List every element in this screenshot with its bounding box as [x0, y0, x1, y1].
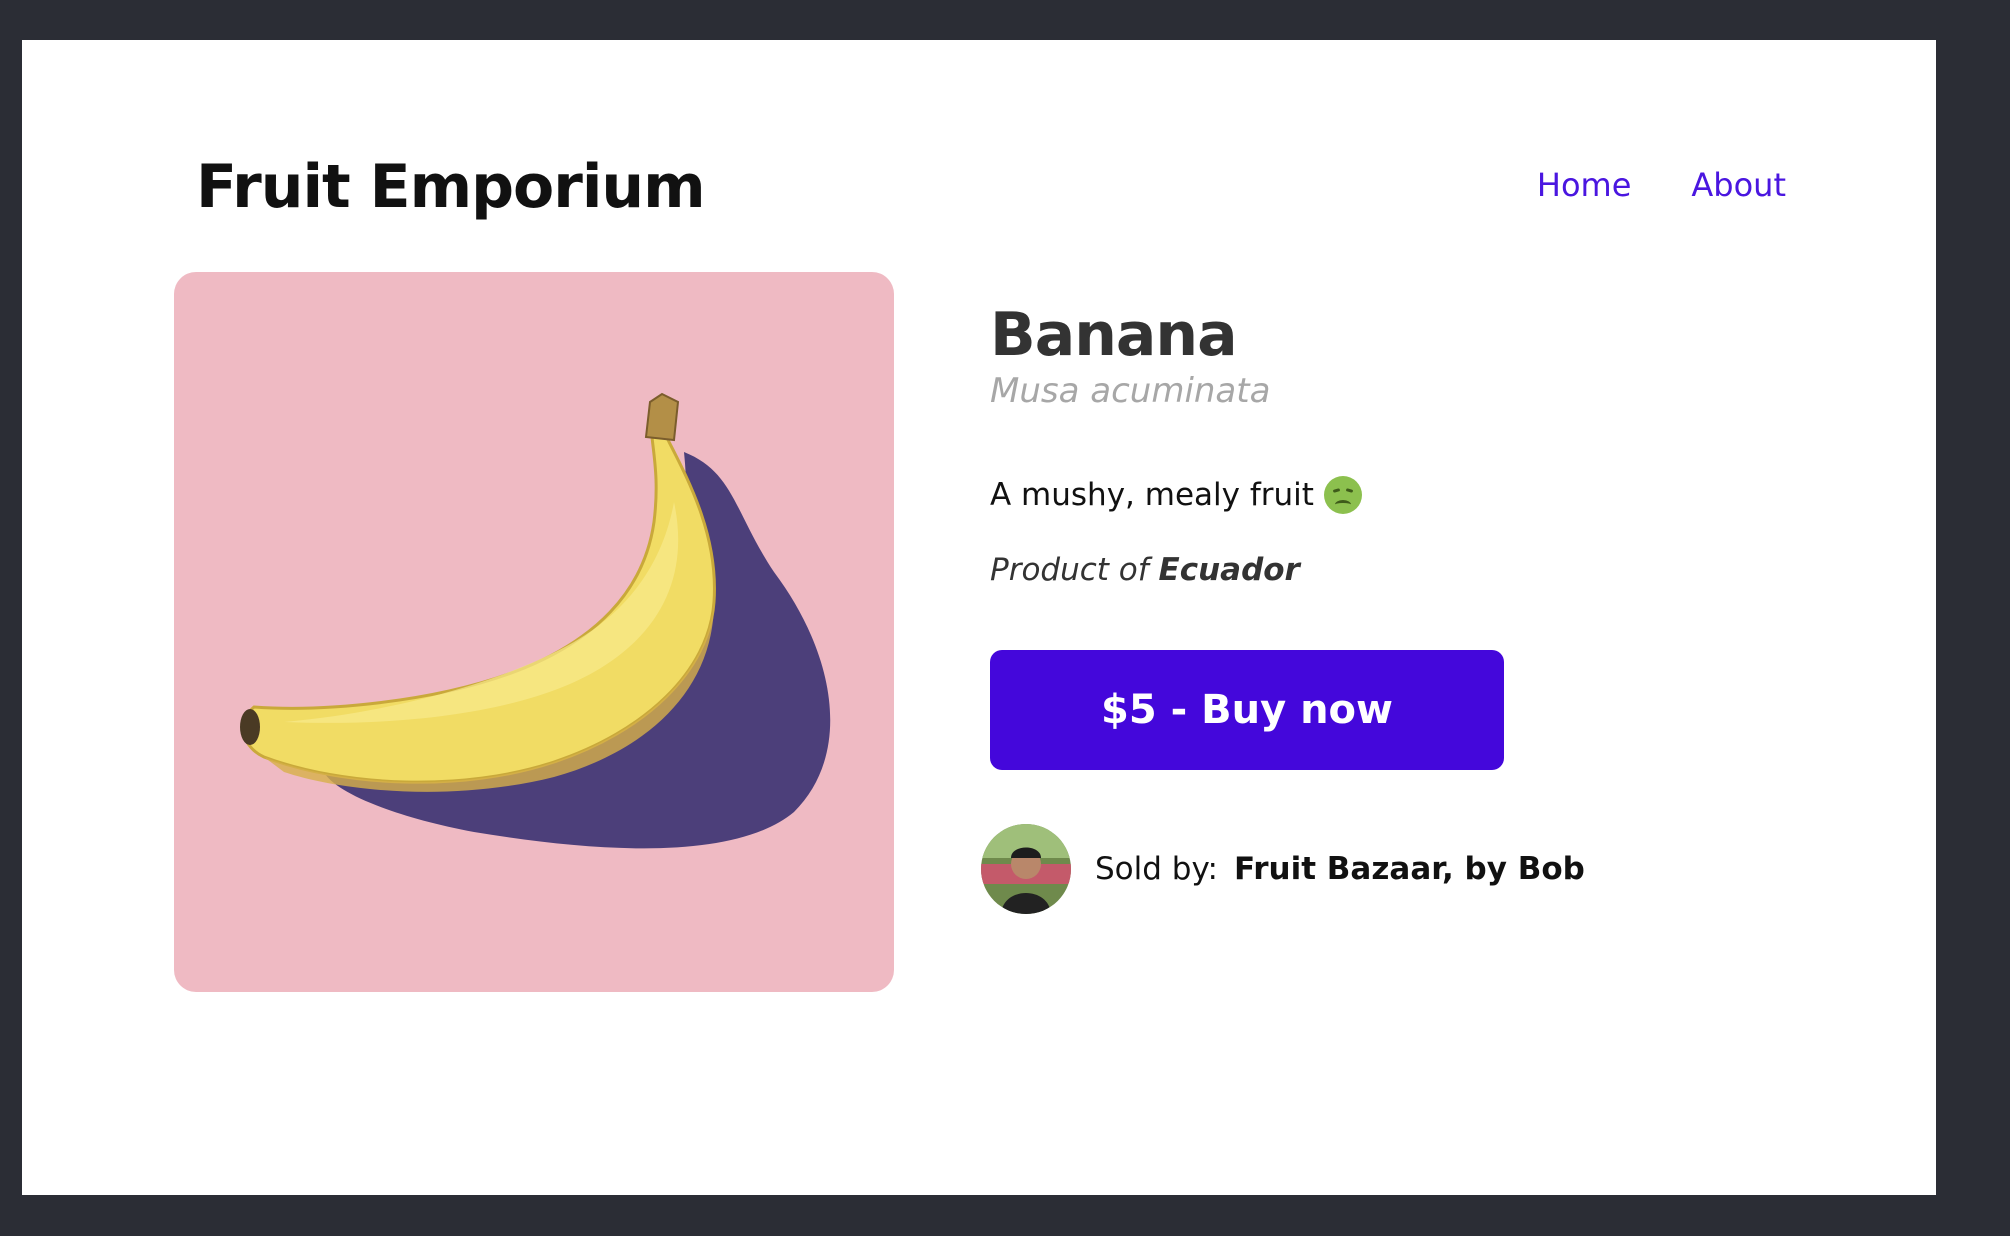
seller-label: Sold by:	[1095, 851, 1219, 887]
banana-tip	[240, 709, 260, 745]
nav-link-about[interactable]: About	[1691, 166, 1786, 204]
site-header: Fruit Emporium Home About	[196, 126, 1786, 246]
avatar-photo	[981, 824, 1071, 914]
product-name: Banana	[990, 300, 1238, 370]
banana-stem	[644, 392, 680, 442]
seller-info: Sold by: Fruit Bazaar, by Bob	[981, 824, 1790, 914]
origin-prefix: Product of	[990, 552, 1149, 588]
site-title: Fruit Emporium	[196, 152, 706, 222]
buy-now-button[interactable]: $5 - Buy now	[990, 650, 1504, 770]
product-scientific-name: Musa acuminata	[990, 371, 1271, 411]
product-details: Banana Musa acuminata A mushy, mealy fru…	[981, 300, 1790, 914]
origin-country: Ecuador	[1158, 552, 1300, 588]
seller-name[interactable]: Fruit Bazaar, by Bob	[1234, 851, 1585, 887]
product-origin: Product of Ecuador	[990, 552, 1790, 588]
product-description-text: A mushy, mealy fruit	[990, 477, 1314, 513]
nav-link-home[interactable]: Home	[1537, 166, 1632, 204]
banana-image	[240, 392, 831, 849]
product-description: A mushy, mealy fruit	[990, 476, 1790, 514]
product-image	[174, 272, 894, 992]
main-nav: Home About	[1537, 166, 1786, 204]
nauseated-face-icon	[1323, 476, 1362, 514]
seller-avatar	[981, 824, 1071, 914]
